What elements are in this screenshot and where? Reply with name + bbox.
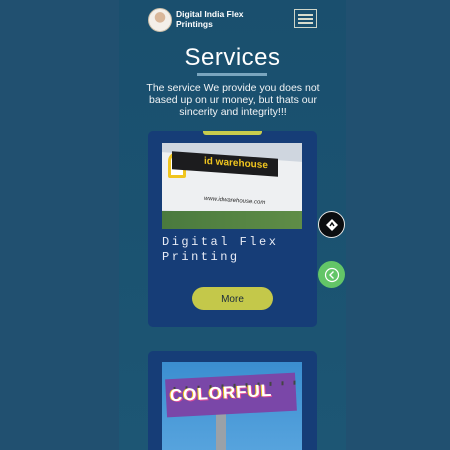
top-navigation-bar: Digital India Flex Printings [119, 0, 346, 38]
brand-avatar[interactable] [148, 8, 172, 32]
hamburger-icon [298, 14, 313, 16]
brand-name[interactable]: Digital India Flex Printings [176, 9, 256, 29]
back-fab-button[interactable] [318, 261, 345, 288]
navigation-fab-button[interactable] [318, 211, 345, 238]
service-image-warehouse: id warehouse www.idwarehouse.com [162, 143, 302, 229]
navigation-diamond-icon [325, 218, 338, 231]
billboard-pole [216, 410, 226, 450]
page-backdrop-left [0, 0, 119, 450]
hamburger-icon [298, 22, 313, 24]
billboard-board: COLORFUL [165, 372, 298, 418]
service-title: Digital Flex Printing [162, 235, 279, 264]
mobile-viewport: Digital India Flex Printings Services Th… [119, 0, 346, 450]
service-image-billboard: COLORFUL [162, 362, 302, 450]
hamburger-menu-button[interactable] [294, 9, 317, 28]
service-card: COLORFUL [148, 351, 317, 450]
title-underline [197, 73, 267, 76]
service-card: id warehouse www.idwarehouse.com Digital… [148, 131, 317, 327]
image-grass [162, 211, 302, 229]
hamburger-icon [298, 18, 313, 20]
page-title: Services [184, 44, 281, 71]
back-arrow-icon [324, 267, 339, 282]
more-button[interactable]: More [192, 287, 273, 310]
card-accent-tab [203, 131, 262, 135]
services-intro-text: The service We provide you does not base… [146, 82, 320, 118]
page-backdrop-right [346, 0, 450, 450]
billboard-text: COLORFUL [169, 380, 273, 406]
